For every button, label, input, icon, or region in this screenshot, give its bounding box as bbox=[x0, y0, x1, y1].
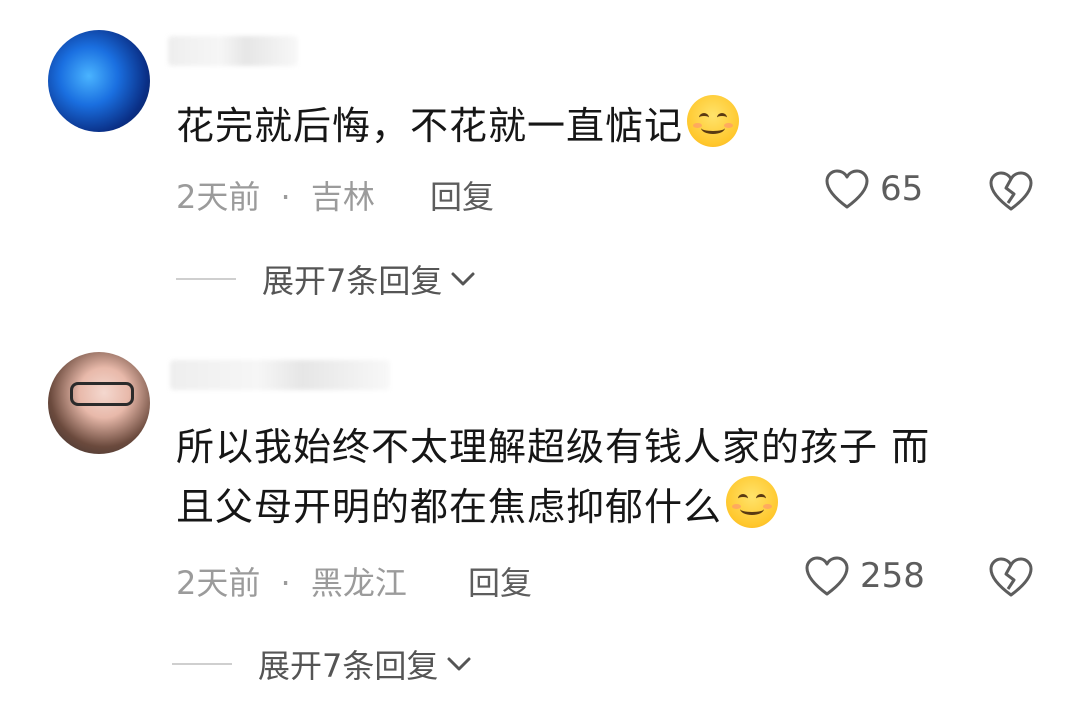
divider-line bbox=[172, 663, 232, 665]
smiling-face-emoji bbox=[726, 476, 779, 528]
chevron-down-icon bbox=[447, 657, 471, 671]
like-count: 258 bbox=[860, 556, 925, 596]
comment-text-line: 所以我始终不太理解超级有钱人家的孩子 而 bbox=[176, 425, 931, 469]
dislike-button[interactable] bbox=[988, 556, 1034, 602]
reply-button[interactable]: 回复 bbox=[468, 558, 532, 604]
expand-replies-label: 展开7条回复 bbox=[258, 647, 439, 685]
username-blurred[interactable] bbox=[170, 360, 390, 390]
avatar[interactable] bbox=[48, 352, 150, 454]
meta-separator: · bbox=[280, 564, 291, 602]
like-button[interactable]: 258 bbox=[804, 555, 925, 597]
expand-replies[interactable]: 展开7条回复 bbox=[172, 641, 474, 687]
comment-meta: 2天前 · 黑龙江 bbox=[176, 558, 407, 604]
broken-heart-icon bbox=[989, 557, 1033, 597]
comment-text-content: 且父母开明的都在焦虑抑郁什么 bbox=[176, 485, 723, 529]
comment-item: 所以我始终不太理解超级有钱人家的孩子 而 且父母开明的都在焦虑抑郁什么 2天前 … bbox=[0, 0, 1085, 723]
heart-outline-icon bbox=[805, 556, 849, 596]
comment-text-line: 且父母开明的都在焦虑抑郁什么 bbox=[176, 476, 1056, 536]
comment-location: 黑龙江 bbox=[310, 564, 407, 602]
comment-text: 所以我始终不太理解超级有钱人家的孩子 而 且父母开明的都在焦虑抑郁什么 bbox=[176, 418, 1056, 536]
comment-time: 2天前 bbox=[176, 564, 261, 602]
